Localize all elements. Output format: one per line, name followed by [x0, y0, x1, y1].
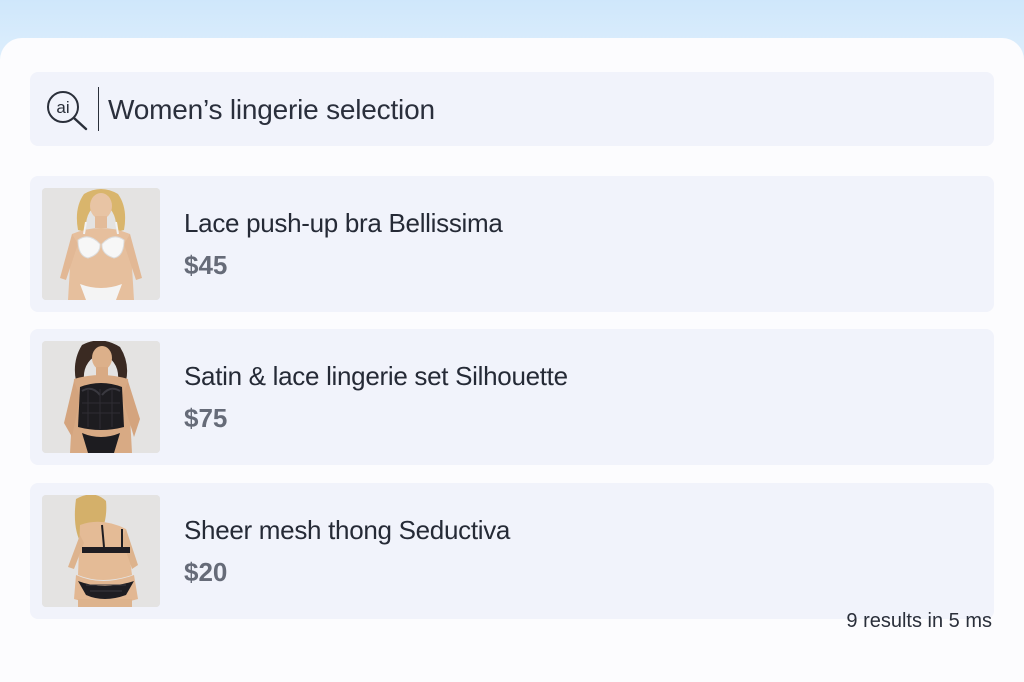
product-price: $75	[184, 403, 228, 433]
search-bar[interactable]: ai Women’s lingerie selection	[30, 72, 994, 146]
svg-text:ai: ai	[56, 98, 69, 117]
search-divider	[98, 87, 99, 131]
product-title[interactable]: Lace push-up bra Bellissima	[184, 208, 503, 239]
product-price: $20	[184, 557, 228, 587]
product-image[interactable]	[42, 495, 160, 607]
result-item[interactable]: Satin & lace lingerie set Silhouette $75	[30, 329, 994, 465]
ai-search-logo-icon: ai	[47, 91, 88, 131]
product-title[interactable]: Satin & lace lingerie set Silhouette	[184, 361, 568, 392]
result-item[interactable]: Lace push-up bra Bellissima $45	[30, 176, 994, 312]
product-title[interactable]: Sheer mesh thong Seductiva	[184, 515, 510, 546]
search-results-panel: ai Women’s lingerie selection Lace push-…	[0, 38, 1024, 682]
product-image[interactable]	[42, 341, 160, 453]
result-item[interactable]: Sheer mesh thong Seductiva $20	[30, 483, 994, 619]
results-stats: 9 results in 5 ms	[846, 610, 992, 632]
search-query-text[interactable]: Women’s lingerie selection	[108, 94, 435, 126]
product-price: $45	[184, 250, 228, 280]
product-image[interactable]	[42, 188, 160, 300]
